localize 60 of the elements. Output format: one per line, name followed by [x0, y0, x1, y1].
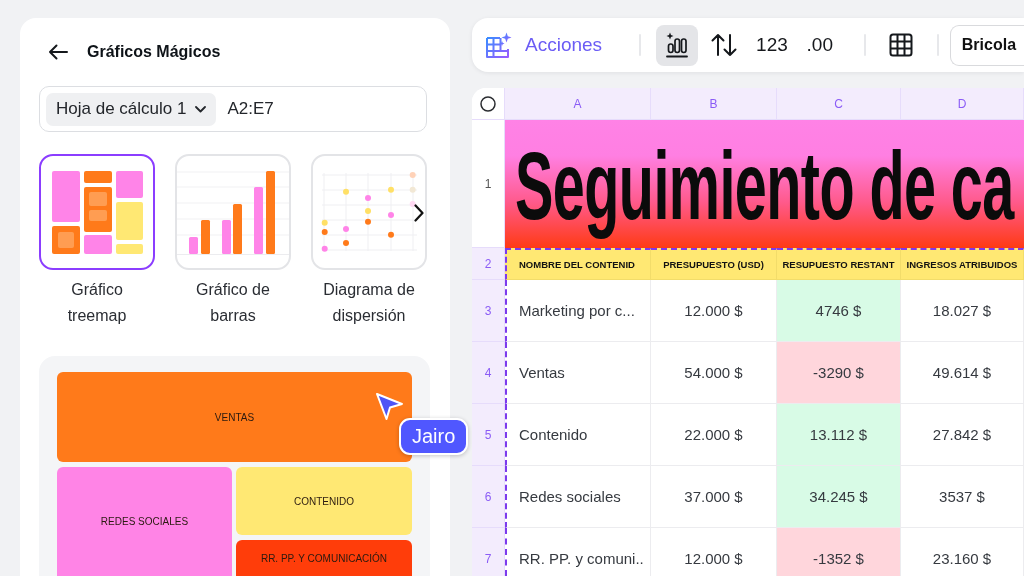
column-header[interactable]: B — [651, 88, 777, 120]
tile-label: REDES SOCIALES — [100, 516, 189, 527]
chart-type-label: Gráfico treemap — [66, 280, 128, 326]
table-cell: RR. PP. y comuni.. — [505, 528, 651, 576]
format-button[interactable]: .00 — [798, 24, 841, 66]
tile-label: VENTAS — [214, 411, 255, 423]
sort-arrows-icon[interactable] — [710, 32, 739, 58]
header-cell: RESUPUESTO RESTANT — [777, 248, 901, 280]
table-cell: 34.245 $ — [777, 466, 901, 528]
circle-icon[interactable] — [480, 95, 496, 112]
format-button[interactable]: 123 — [750, 24, 794, 66]
back-arrow-icon[interactable] — [48, 44, 68, 60]
sheet-dropdown[interactable]: Hoja de cálculo 1 — [46, 92, 217, 126]
chevron-right-icon[interactable] — [414, 204, 424, 222]
header-cell: PRESUPUESTO (USD) — [651, 248, 777, 280]
row-header[interactable]: 5 — [472, 404, 505, 466]
grid-icon[interactable] — [888, 33, 913, 57]
row-header[interactable]: 4 — [472, 342, 505, 404]
table-cell: 13.112 $ — [777, 404, 901, 466]
sheet-title: Seguimiento de ca — [515, 131, 1014, 241]
table-cell: 4746 $ — [777, 280, 901, 342]
panel-title: Gráficos Mágicos — [87, 43, 221, 61]
column-header[interactable]: A — [505, 88, 651, 120]
user-name-tag: Jairo — [399, 418, 469, 455]
table-cell: 18.027 $ — [901, 280, 1024, 342]
scatter-plot-icon — [319, 171, 419, 253]
actions-button[interactable]: Acciones — [477, 24, 611, 66]
row-header[interactable]: 6 — [472, 466, 505, 528]
row-header[interactable]: 1 — [472, 120, 505, 248]
table-cell: 27.842 $ — [901, 404, 1024, 466]
chart-type-label: Diagrama de dispersión — [322, 280, 416, 326]
table-cell: Ventas — [505, 342, 651, 404]
bar-chart-icon — [177, 169, 289, 255]
range-input[interactable]: A2:E7 — [227, 99, 378, 119]
cursor-icon — [374, 391, 404, 422]
chart-type-label: Gráfico de barras — [195, 280, 271, 326]
table-cell: -1352 $ — [777, 528, 901, 576]
table-cell: Marketing por c... — [505, 280, 651, 342]
table-cell: 3537 $ — [901, 466, 1024, 528]
table-cell: 49.614 $ — [901, 342, 1024, 404]
row-header[interactable]: 2 — [472, 248, 505, 280]
table-cell: 23.160 $ — [901, 528, 1024, 576]
row-header[interactable]: 3 — [472, 280, 505, 342]
tile-label: RR. PP. Y COMUNICACIÓN — [260, 552, 388, 564]
header-cell: INGRESOS ATRIBUIDOS — [901, 248, 1024, 280]
header-cell: NOMBRE DEL CONTENID — [505, 248, 651, 280]
row-header[interactable]: 7 — [472, 528, 505, 576]
column-header[interactable]: D — [901, 88, 1024, 120]
chart-type-card[interactable] — [39, 154, 155, 270]
table-cell: Redes sociales — [505, 466, 651, 528]
magic-chart-button[interactable] — [656, 24, 699, 66]
font-dropdown[interactable]: Bricola — [949, 24, 1024, 66]
chevron-down-icon[interactable] — [195, 105, 207, 113]
table-cell: -3290 $ — [777, 342, 901, 404]
table-sparkle-icon[interactable] — [485, 31, 512, 59]
treemap-icon — [51, 170, 143, 254]
tile-label: CONTENIDO — [294, 495, 354, 507]
table-cell: Contenido — [505, 404, 651, 466]
bar-chart-sparkle-icon[interactable] — [664, 32, 691, 58]
column-header[interactable]: C — [777, 88, 901, 120]
